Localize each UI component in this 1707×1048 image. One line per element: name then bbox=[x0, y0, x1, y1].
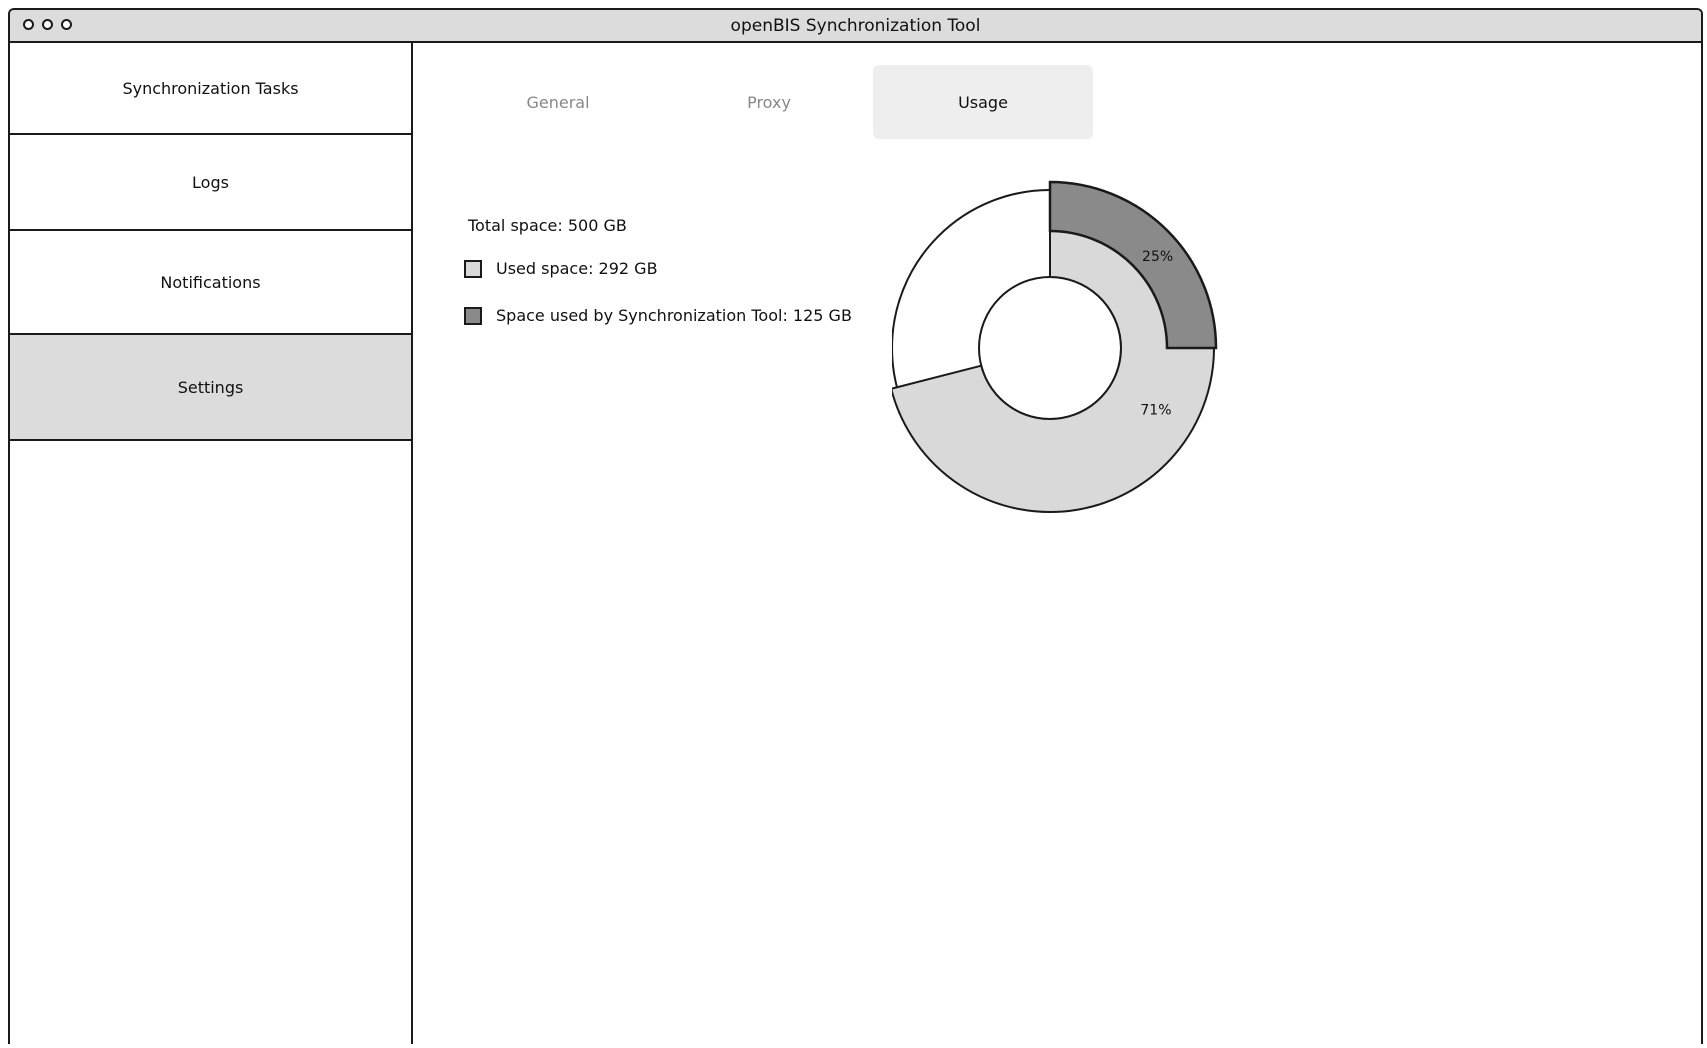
sidebar-item-label: Logs bbox=[192, 172, 229, 192]
legend-swatch-tool bbox=[464, 306, 482, 325]
sidebar-item-settings[interactable]: Settings bbox=[10, 335, 411, 441]
sidebar: Synchronization Tasks Logs Notifications… bbox=[10, 43, 413, 1044]
legend-swatch-used bbox=[464, 259, 482, 278]
window-title: openBIS Synchronization Tool bbox=[730, 16, 981, 36]
sidebar-item-label: Synchronization Tasks bbox=[122, 78, 299, 98]
title-bar: openBIS Synchronization Tool bbox=[10, 10, 1701, 43]
tab-proxy[interactable]: Proxy bbox=[659, 65, 879, 139]
legend-total-space: Total space: 500 GB bbox=[468, 216, 627, 235]
sidebar-item-notifications[interactable]: Notifications bbox=[10, 231, 411, 335]
app-window: openBIS Synchronization Tool Synchroniza… bbox=[8, 8, 1703, 1044]
settings-panel: General Proxy Usage Total space: 500 GB … bbox=[413, 43, 1701, 1044]
legend-used-space: Used space: 292 GB bbox=[464, 259, 658, 278]
sidebar-item-label: Settings bbox=[177, 377, 244, 397]
legend-tool-label: Space used by Synchronization Tool: 125 … bbox=[496, 306, 852, 325]
sidebar-item-label: Notifications bbox=[160, 272, 261, 292]
tab-general[interactable]: General bbox=[448, 65, 668, 139]
tab-label: General bbox=[526, 92, 590, 112]
used-percent-label: 71% bbox=[1140, 402, 1171, 418]
sidebar-item-logs[interactable]: Logs bbox=[10, 135, 411, 231]
legend-total-label: Total space: 500 GB bbox=[468, 216, 627, 235]
legend-used-label: Used space: 292 GB bbox=[496, 259, 658, 278]
tab-label: Proxy bbox=[747, 92, 791, 112]
sidebar-item-synchronization-tasks[interactable]: Synchronization Tasks bbox=[10, 43, 411, 135]
legend-tool-space: Space used by Synchronization Tool: 125 … bbox=[464, 306, 852, 325]
usage-donut-chart: 25% 71% bbox=[892, 180, 1218, 513]
tab-label: Usage bbox=[958, 92, 1008, 112]
tab-usage[interactable]: Usage bbox=[873, 65, 1093, 139]
tool-percent-label: 25% bbox=[1142, 249, 1173, 265]
